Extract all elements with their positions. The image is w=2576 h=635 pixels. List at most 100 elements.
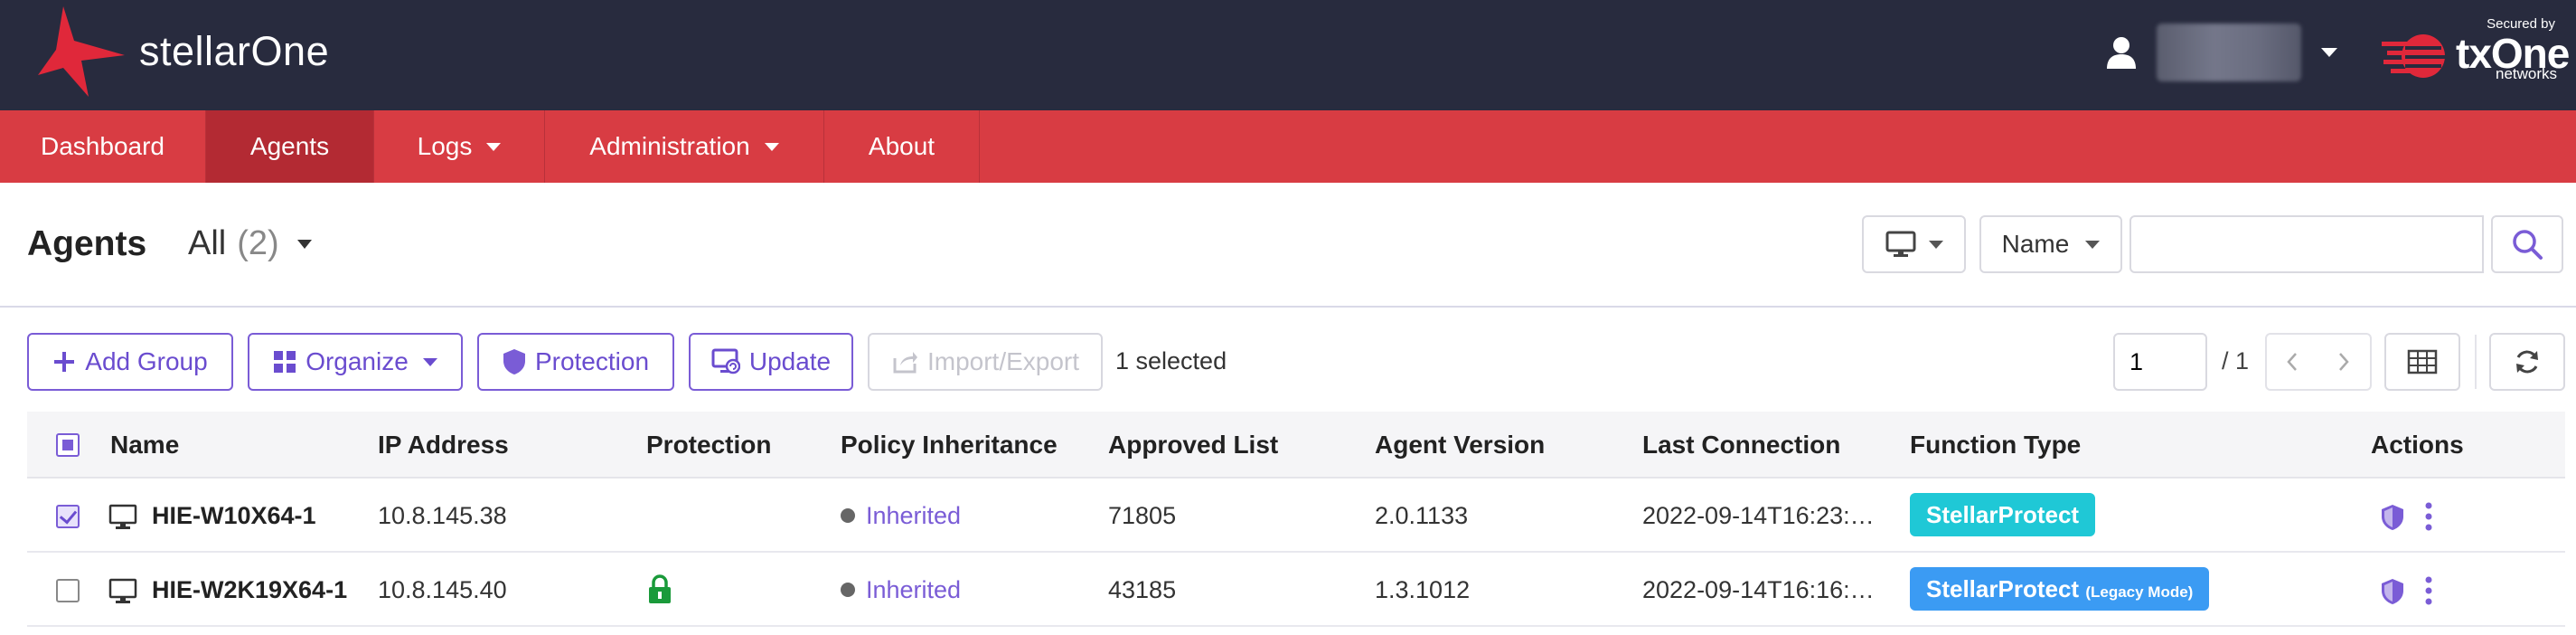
view-type-dropdown[interactable] bbox=[1862, 215, 1966, 273]
function-type-suffix: (Legacy Mode) bbox=[2085, 583, 2194, 601]
nav-agents[interactable]: Agents bbox=[206, 110, 374, 183]
col-protection[interactable]: Protection bbox=[646, 412, 771, 479]
row-checkbox[interactable] bbox=[56, 505, 80, 528]
agents-table: Name IP Address Protection Policy Inheri… bbox=[27, 412, 2565, 627]
col-last-connection[interactable]: Last Connection bbox=[1642, 412, 1840, 479]
column-settings-button[interactable] bbox=[2384, 333, 2460, 391]
status-dot-icon bbox=[841, 582, 855, 597]
shield-icon[interactable] bbox=[2381, 504, 2404, 531]
protection-label: Protection bbox=[534, 347, 650, 375]
table-row[interactable]: HIE-W10X64-1 10.8.145.38 Inherited 71805… bbox=[27, 479, 2565, 553]
lock-icon bbox=[649, 574, 671, 603]
user-icon bbox=[2107, 37, 2136, 69]
nav-dashboard-label: Dashboard bbox=[41, 132, 165, 160]
brand[interactable]: stellarOne bbox=[36, 2, 329, 101]
scope-selector[interactable]: All (2) bbox=[188, 224, 312, 263]
agent-name[interactable]: HIE-W10X64-1 bbox=[152, 479, 378, 553]
monitor-icon bbox=[1885, 231, 1915, 257]
nav-about-label: About bbox=[868, 132, 935, 160]
table-row[interactable]: HIE-W2K19X64-1 10.8.145.40 Inherited 431… bbox=[27, 553, 2565, 627]
agent-ip: 10.8.145.40 bbox=[378, 576, 507, 603]
prev-page-button[interactable] bbox=[2265, 333, 2319, 391]
row-checkbox[interactable] bbox=[56, 579, 80, 602]
plus-icon bbox=[52, 350, 76, 374]
vendor-logo: Secured by txOne networks bbox=[2382, 14, 2570, 87]
agent-name[interactable]: HIE-W2K19X64-1 bbox=[152, 553, 378, 627]
chevron-down-icon bbox=[1928, 240, 1943, 249]
agents-toolbar: Add Group Organize Protection Update Imp… bbox=[0, 308, 2576, 412]
top-header: stellarOne Secured by txOne networks bbox=[0, 0, 2576, 110]
search-field-label: Name bbox=[2001, 230, 2070, 258]
col-name[interactable]: Name bbox=[110, 412, 179, 479]
vendor-sub: networks bbox=[2496, 65, 2558, 82]
chevron-down-icon bbox=[296, 239, 312, 249]
shield-icon[interactable] bbox=[2381, 578, 2404, 605]
add-group-button[interactable]: Add Group bbox=[27, 333, 233, 391]
shield-icon bbox=[503, 348, 526, 375]
col-ip-address[interactable]: IP Address bbox=[378, 412, 509, 479]
table-icon bbox=[2407, 349, 2438, 374]
page-number-input[interactable] bbox=[2113, 333, 2207, 391]
grid-icon bbox=[273, 350, 296, 374]
policy-inheritance: Inherited bbox=[841, 479, 1103, 553]
chevron-down-icon bbox=[2085, 240, 2101, 249]
col-approved-list[interactable]: Approved List bbox=[1108, 412, 1278, 479]
nav-about[interactable]: About bbox=[824, 110, 980, 183]
export-icon bbox=[891, 349, 918, 374]
organize-button[interactable]: Organize bbox=[248, 333, 463, 391]
nav-agents-label: Agents bbox=[249, 132, 330, 160]
policy-link[interactable]: Inherited bbox=[866, 502, 961, 529]
col-policy-inheritance[interactable]: Policy Inheritance bbox=[841, 412, 1058, 479]
next-page-button[interactable] bbox=[2317, 333, 2372, 391]
chevron-right-icon bbox=[2339, 353, 2349, 371]
user-name-redacted bbox=[2157, 24, 2301, 81]
nav-administration-label: Administration bbox=[589, 132, 750, 160]
agent-version: 2.0.1133 bbox=[1375, 502, 1469, 529]
chevron-down-icon bbox=[2321, 48, 2337, 57]
col-actions: Actions bbox=[2371, 431, 2464, 459]
agent-version: 1.3.1012 bbox=[1375, 576, 1471, 603]
import-export-button[interactable]: Import/Export bbox=[868, 333, 1103, 391]
computer-icon bbox=[108, 578, 137, 603]
computer-icon bbox=[108, 504, 137, 529]
stellar-logo-icon bbox=[38, 6, 125, 97]
agent-ip: 10.8.145.38 bbox=[378, 502, 507, 529]
status-dot-icon bbox=[841, 507, 855, 523]
col-function-type[interactable]: Function Type bbox=[1910, 412, 2081, 479]
chevron-left-icon bbox=[2287, 353, 2297, 371]
nav-administration[interactable]: Administration bbox=[545, 110, 824, 183]
function-type-label: StellarProtect bbox=[1926, 575, 2080, 602]
update-button[interactable]: Update bbox=[689, 333, 853, 391]
last-connection: 2022-09-14T16:23:… bbox=[1642, 502, 1875, 529]
chevron-down-icon bbox=[486, 142, 502, 151]
more-vertical-icon[interactable] bbox=[2424, 502, 2433, 531]
last-connection: 2022-09-14T16:16:… bbox=[1642, 576, 1875, 603]
search-field-dropdown[interactable]: Name bbox=[1979, 215, 2122, 273]
page-header: Agents All (2) Name bbox=[0, 183, 2576, 308]
add-group-label: Add Group bbox=[85, 347, 208, 375]
brand-name: stellarOne bbox=[139, 28, 330, 74]
scope-label: All bbox=[188, 224, 227, 262]
policy-link[interactable]: Inherited bbox=[866, 576, 961, 603]
search-button[interactable] bbox=[2491, 215, 2563, 273]
nav-dashboard[interactable]: Dashboard bbox=[0, 110, 206, 183]
organize-label: Organize bbox=[306, 347, 409, 375]
nav-logs[interactable]: Logs bbox=[374, 110, 545, 183]
col-agent-version[interactable]: Agent Version bbox=[1375, 412, 1545, 479]
select-all-checkbox[interactable] bbox=[56, 433, 80, 457]
chevron-down-icon bbox=[422, 357, 437, 366]
update-label: Update bbox=[748, 347, 832, 375]
table-header: Name IP Address Protection Policy Inheri… bbox=[27, 412, 2565, 479]
protection-button[interactable]: Protection bbox=[477, 333, 674, 391]
toolbar-divider bbox=[2475, 335, 2477, 389]
search-input[interactable] bbox=[2129, 215, 2484, 273]
monitor-update-icon bbox=[711, 348, 740, 375]
selection-count: 1 selected bbox=[1115, 347, 1227, 374]
approved-list-count: 43185 bbox=[1108, 576, 1177, 603]
import-export-label: Import/Export bbox=[926, 347, 1080, 375]
user-menu[interactable] bbox=[2106, 24, 2337, 81]
search-icon bbox=[2513, 230, 2543, 260]
refresh-button[interactable] bbox=[2489, 333, 2565, 391]
more-vertical-icon[interactable] bbox=[2424, 576, 2433, 605]
scope-count: (2) bbox=[237, 224, 279, 262]
